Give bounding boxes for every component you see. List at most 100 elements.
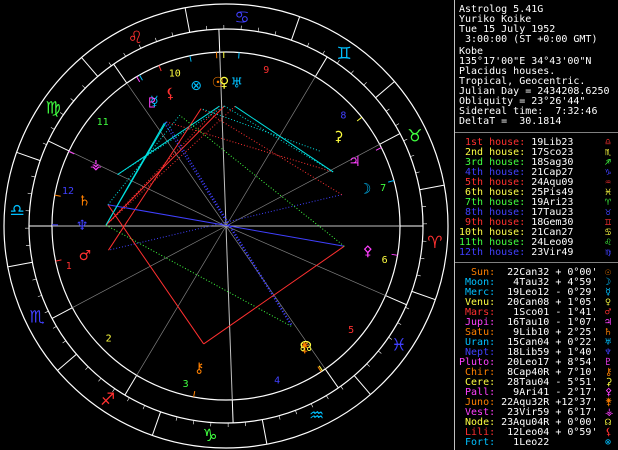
house-cusp-outer bbox=[324, 368, 339, 389]
house-cusp-outer bbox=[48, 140, 70, 152]
degree-tick bbox=[37, 295, 42, 298]
degree-tick bbox=[142, 405, 145, 410]
sign-glyph: ♊ bbox=[337, 44, 352, 64]
sign-glyph: ♏ bbox=[29, 308, 44, 328]
house-number: 9 bbox=[263, 65, 269, 76]
sign-glyph: ♉ bbox=[407, 126, 422, 146]
degree-tick bbox=[416, 274, 421, 277]
sign-icon: ♍ bbox=[605, 247, 612, 258]
sign-glyph: ♓ bbox=[391, 335, 406, 355]
degree-tick bbox=[375, 94, 379, 98]
planet-tick bbox=[193, 390, 196, 398]
degree-tick bbox=[52, 326, 57, 329]
house-value: 23Vir49 bbox=[525, 247, 574, 258]
planet-glyph: ☊ bbox=[300, 339, 312, 355]
sign-glyph: ♍ bbox=[45, 99, 60, 119]
degree-tick bbox=[295, 410, 298, 415]
degree-tick bbox=[85, 366, 89, 370]
planet-label: Fort: bbox=[459, 437, 496, 448]
house-number: 8 bbox=[340, 110, 346, 121]
delta-t: DeltaT = 30.1814 bbox=[459, 116, 562, 127]
degree-tick bbox=[395, 123, 400, 126]
planet-latitude bbox=[549, 437, 555, 448]
planet-glyph: ♆ bbox=[76, 218, 89, 234]
degree-tick bbox=[154, 37, 157, 42]
house-number: 12 bbox=[62, 186, 74, 197]
degree-tick bbox=[363, 82, 367, 86]
sign-glyph: ♑ bbox=[202, 426, 217, 446]
degree-tick bbox=[307, 42, 310, 47]
aspect-line bbox=[203, 245, 345, 345]
planet-tick bbox=[54, 194, 61, 197]
degree-tick bbox=[278, 415, 281, 420]
degree-tick bbox=[98, 378, 102, 382]
house-number: 6 bbox=[382, 255, 388, 266]
house-label: 12th house: bbox=[459, 247, 526, 258]
planet-row: Fort: 1Leo22 ⊗ bbox=[459, 437, 611, 448]
house-number: 1 bbox=[66, 261, 72, 272]
degree-tick bbox=[127, 397, 130, 402]
degree-tick bbox=[257, 27, 260, 32]
planet-glyph: ⚷ bbox=[194, 360, 204, 376]
degree-tick bbox=[420, 257, 425, 260]
degree-tick bbox=[322, 50, 325, 55]
house-number: 7 bbox=[380, 183, 386, 194]
planet-glyph: ♃ bbox=[348, 154, 361, 170]
house-cusp bbox=[136, 225, 227, 376]
house-cusp-outer bbox=[218, 29, 221, 53]
aspect-line bbox=[179, 114, 345, 247]
planet-glyph: ⚴ bbox=[363, 243, 373, 259]
house-cusp-outer bbox=[314, 56, 328, 77]
aspect-line bbox=[224, 105, 334, 173]
house-cusp bbox=[72, 225, 227, 308]
planet-tick bbox=[139, 74, 143, 81]
chart-time: 3:00:00 (ST +0:00 GMT) bbox=[459, 34, 598, 45]
degree-tick bbox=[27, 192, 32, 195]
aspect-line bbox=[200, 108, 320, 152]
degree-tick bbox=[419, 188, 424, 191]
degree-tick bbox=[31, 175, 36, 178]
degree-tick bbox=[44, 310, 49, 314]
degree-tick bbox=[354, 375, 358, 379]
planet-position: 1Leo22 bbox=[495, 437, 550, 448]
degree-tick bbox=[405, 307, 410, 310]
planet-latitude: + 0°59' bbox=[549, 427, 598, 438]
degree-tick bbox=[62, 340, 67, 344]
sign-glyph: ♋ bbox=[234, 8, 249, 28]
degree-tick bbox=[70, 98, 74, 102]
sign-glyph: ♌ bbox=[128, 28, 143, 48]
house-cusp-outer bbox=[385, 295, 407, 306]
degree-tick bbox=[274, 31, 277, 36]
degree-tick bbox=[94, 73, 98, 77]
planet-glyph: ⊗ bbox=[190, 78, 202, 94]
house-number: 5 bbox=[348, 325, 354, 336]
sign-glyph: ♈ bbox=[427, 233, 442, 253]
house-number: 11 bbox=[97, 117, 109, 128]
degree-tick bbox=[82, 85, 86, 89]
degree-tick bbox=[192, 420, 195, 425]
house-cusp-outer bbox=[124, 375, 138, 396]
planet-glyph: ♂ bbox=[79, 248, 92, 264]
degree-tick bbox=[261, 419, 264, 424]
planet-tick bbox=[55, 259, 62, 262]
planet-glyph: ♅ bbox=[231, 75, 244, 91]
house-number: 4 bbox=[274, 376, 280, 387]
degree-tick bbox=[32, 278, 37, 281]
info-panel: Astrolog 5.41G Yuriko Koike Tue 15 July … bbox=[454, 0, 618, 450]
sign-glyph: ♎ bbox=[9, 201, 24, 221]
house-number: 10 bbox=[169, 68, 181, 79]
degree-tick bbox=[50, 127, 55, 130]
aspect-lines bbox=[105, 105, 345, 345]
degree-tick bbox=[326, 395, 329, 400]
planet-glyph: ☽ bbox=[359, 181, 372, 197]
aspect-line bbox=[108, 108, 202, 251]
sign-glyph: ♐ bbox=[100, 390, 115, 410]
house-number: 2 bbox=[106, 334, 112, 345]
planet-glyph: ♄ bbox=[78, 193, 91, 209]
planet-tick bbox=[189, 55, 192, 62]
house-cusp-outer bbox=[379, 133, 401, 145]
planet-tick bbox=[136, 76, 141, 83]
degree-tick bbox=[123, 52, 126, 57]
degree-tick bbox=[28, 261, 33, 264]
separator bbox=[455, 262, 618, 263]
